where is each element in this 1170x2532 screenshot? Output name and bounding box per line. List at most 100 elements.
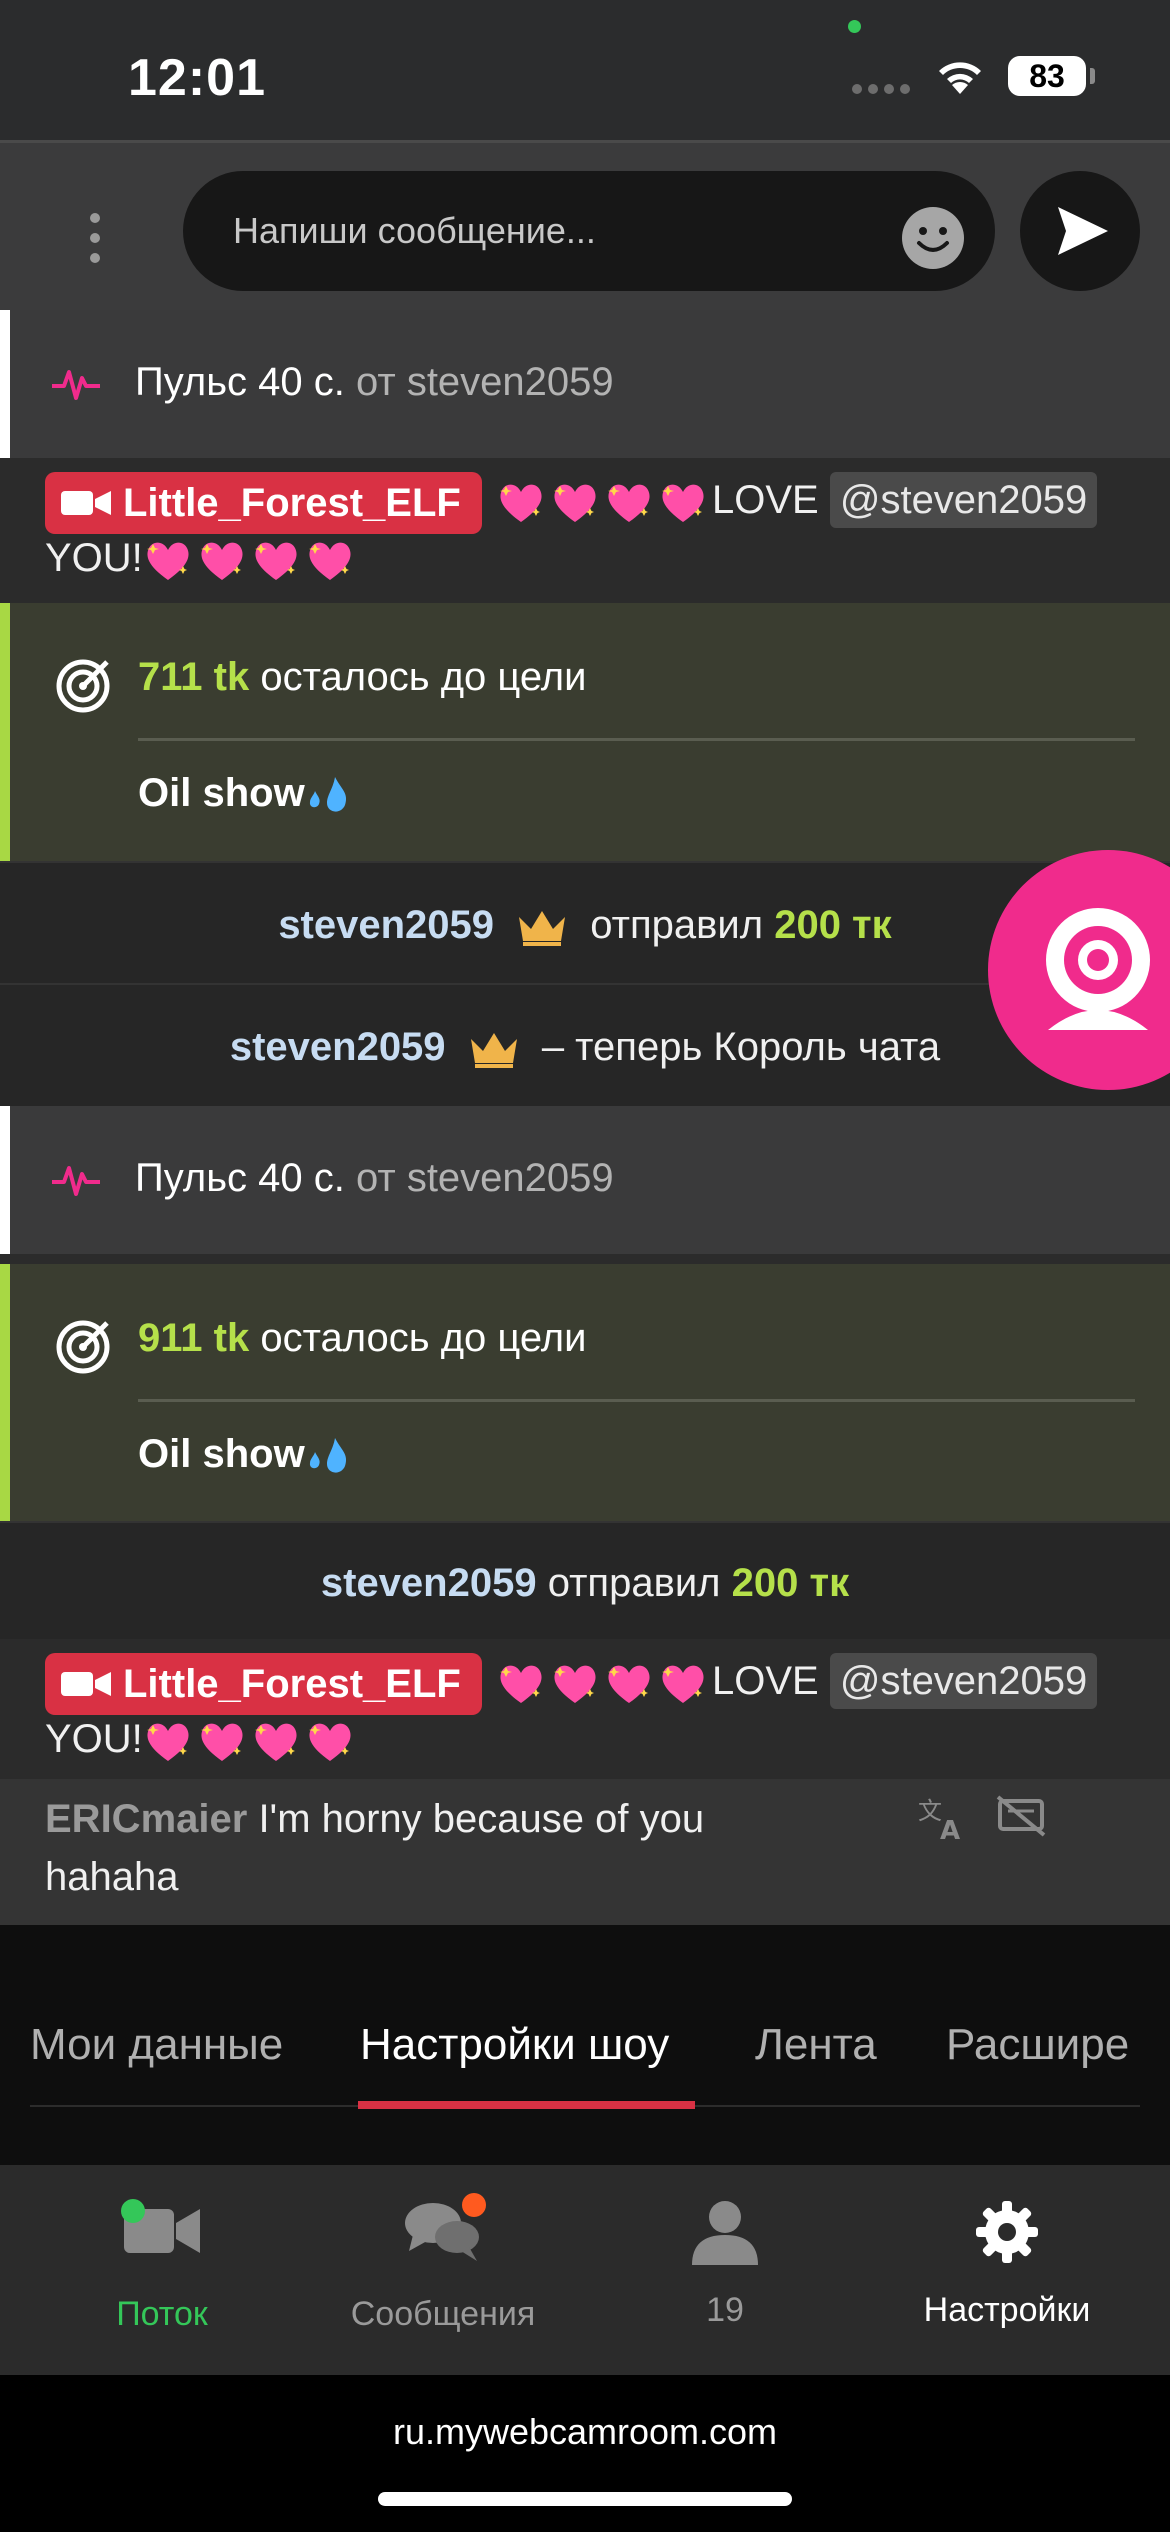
chat-message-text-line2: YOU! xyxy=(45,536,359,582)
tip-amount: 200 тк xyxy=(731,1561,850,1605)
model-badge[interactable]: Little_Forest_ELF xyxy=(45,1653,482,1715)
sparkling-heart-icon xyxy=(608,485,650,523)
pulse-from: от steven2059 xyxy=(356,1156,614,1200)
pulse-icon xyxy=(52,1166,100,1196)
crown-icon xyxy=(457,1025,531,1069)
active-tab-indicator xyxy=(358,2101,695,2109)
sparkling-heart-icon xyxy=(500,485,542,523)
sweat-droplets-emoji xyxy=(305,1432,355,1476)
target-icon xyxy=(56,659,110,713)
bottom-navigation: Поток Сообщения 19 Настройки xyxy=(0,2165,1170,2375)
tab-show-settings[interactable]: Настройки шоу xyxy=(360,2020,669,2070)
tipper-name[interactable]: steven2059 xyxy=(278,903,494,947)
sparkling-heart-icon xyxy=(308,543,351,581)
sparkling-heart-emojis xyxy=(496,1659,712,1704)
goal-card: 711 tk осталось до цели Oil show xyxy=(0,603,1170,861)
viewer-count: 19 xyxy=(706,2291,744,2329)
sparkling-heart-emojis xyxy=(496,478,712,523)
sparkling-heart-icon xyxy=(146,1724,189,1762)
nav-label: Настройки xyxy=(923,2291,1091,2329)
tip-amount: 200 тк xyxy=(774,903,892,947)
goal-name: Oil show xyxy=(138,771,305,815)
mention-chip[interactable]: @steven2059 xyxy=(829,472,1098,528)
send-icon xyxy=(1058,207,1108,255)
pulse-event: Пульс 40 с. от steven2059 xyxy=(0,310,1170,458)
pulse-event: Пульс 40 с. от steven2059 xyxy=(0,1106,1170,1254)
sparkling-heart-emojis xyxy=(143,536,359,581)
goal-tokens: 711 tk xyxy=(138,655,250,699)
person-icon xyxy=(692,2201,758,2265)
target-icon xyxy=(56,1320,110,1374)
browser-url-bar[interactable]: ru.mywebcamroom.com xyxy=(0,2375,1170,2532)
sparkling-heart-icon xyxy=(200,1724,243,1762)
pulse-label: Пульс 40 с. xyxy=(135,1156,345,1200)
goal-card: 911 tk осталось до цели Oil show xyxy=(0,1264,1170,1521)
url-text: ru.mywebcamroom.com xyxy=(392,2411,778,2452)
nav-viewers[interactable]: 19 xyxy=(580,2165,870,2375)
sparkling-heart-icon xyxy=(308,1724,351,1762)
sparkling-heart-icon xyxy=(608,1666,650,1704)
tab-my-data[interactable]: Мои данные xyxy=(30,2020,283,2070)
sparkling-heart-icon xyxy=(146,543,189,581)
model-badge[interactable]: Little_Forest_ELF xyxy=(45,472,482,534)
king-name[interactable]: steven2059 xyxy=(230,1025,446,1069)
online-status-dot xyxy=(121,2199,145,2223)
goal-divider xyxy=(138,1399,1135,1402)
notification-dot xyxy=(462,2193,486,2217)
message-input[interactable] xyxy=(183,171,995,291)
sparkling-heart-icon xyxy=(554,1666,596,1704)
tip-action: отправил xyxy=(590,903,764,947)
model-name: Little_Forest_ELF xyxy=(123,1662,461,1706)
cellular-signal-icon xyxy=(852,84,910,94)
video-camera-icon xyxy=(61,491,111,515)
nav-stream[interactable]: Поток xyxy=(17,2165,307,2375)
translate-icon[interactable]: 文 A xyxy=(918,1795,966,1841)
sparkling-heart-icon xyxy=(662,485,704,523)
goal-name: Oil show xyxy=(138,1432,305,1476)
chat-message-text-line2: YOU! xyxy=(45,1717,359,1763)
model-name: Little_Forest_ELF xyxy=(123,481,461,525)
svg-text:文: 文 xyxy=(918,1797,942,1825)
settings-tabs: Мои данные Настройки шоу Лента Расшире xyxy=(0,1925,1170,2165)
sparkling-heart-icon xyxy=(500,1666,542,1704)
more-options-icon[interactable] xyxy=(90,213,104,263)
video-camera-icon xyxy=(61,1672,111,1696)
status-time: 12:01 xyxy=(128,49,266,107)
wifi-icon xyxy=(939,62,981,94)
chat-feed[interactable]: Пульс 40 с. от steven2059 Little_Forest_… xyxy=(0,310,1170,1925)
battery-nub xyxy=(1090,68,1095,84)
chat-message: ERICmaier I'm horny because of you hahah… xyxy=(0,1779,1170,1925)
chat-message-text: LOVE @steven2059 xyxy=(496,472,1098,528)
sweat-droplets-emoji xyxy=(305,771,355,815)
tip-event: steven2059 отправил 200 тк xyxy=(0,1521,1170,1639)
hide-message-icon[interactable] xyxy=(996,1795,1046,1837)
emoji-button[interactable] xyxy=(902,207,964,269)
battery-indicator: 83 xyxy=(1008,56,1086,96)
crown-glyph xyxy=(470,1033,517,1069)
chat-message-text-line2: hahaha xyxy=(45,1855,179,1899)
pulse-label: Пульс 40 с. xyxy=(135,360,345,404)
goal-text: осталось до цели xyxy=(260,1316,587,1360)
webcam-icon xyxy=(1046,908,1150,1030)
crown-glyph xyxy=(519,911,566,947)
svg-text:A: A xyxy=(940,1816,960,1841)
chat-message-text: LOVE @steven2059 xyxy=(496,1653,1098,1709)
nav-settings[interactable]: Настройки xyxy=(862,2165,1152,2375)
sparkling-heart-icon xyxy=(254,543,297,581)
tipper-name[interactable]: steven2059 xyxy=(321,1561,537,1605)
chat-username[interactable]: ERICmaier xyxy=(45,1797,247,1841)
crown-icon xyxy=(505,903,579,947)
nav-label: Сообщения xyxy=(350,2295,536,2333)
mention-chip[interactable]: @steven2059 xyxy=(829,1653,1098,1709)
goal-text: осталось до цели xyxy=(260,655,587,699)
nav-messages[interactable]: Сообщения xyxy=(298,2165,588,2375)
message-composer xyxy=(0,140,1170,310)
tab-feed[interactable]: Лента xyxy=(755,2020,877,2070)
home-indicator[interactable] xyxy=(378,2492,792,2506)
goal-divider xyxy=(138,738,1135,741)
send-button[interactable] xyxy=(1020,171,1140,291)
king-text: – теперь Король чата xyxy=(541,1025,941,1069)
smiley-icon xyxy=(917,227,949,252)
sparkling-heart-emojis xyxy=(143,1717,359,1762)
tab-extensions[interactable]: Расшире xyxy=(946,2020,1129,2070)
